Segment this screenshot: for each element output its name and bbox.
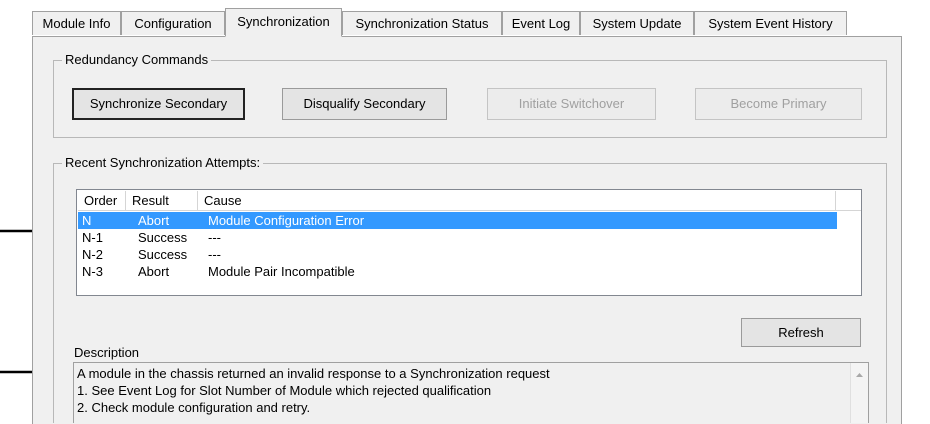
sync-attempts-title: Recent Synchronization Attempts: xyxy=(62,155,264,170)
description-line: 1. See Event Log for Slot Number of Modu… xyxy=(77,383,492,398)
description-scrollbar[interactable] xyxy=(850,363,868,423)
result-cell: Abort xyxy=(138,264,170,279)
order-cell: N xyxy=(82,213,92,228)
cause-cell: --- xyxy=(208,230,221,245)
order-cell: N-2 xyxy=(82,247,103,262)
description-box[interactable]: A module in the chassis returned an inva… xyxy=(73,362,869,423)
tab-event-log[interactable]: Event Log xyxy=(502,11,580,35)
column-header-filler xyxy=(836,191,861,211)
tab-synchronization[interactable]: Synchronization xyxy=(225,8,342,37)
column-header-order[interactable]: Order xyxy=(78,191,126,211)
synchronize-secondary-button[interactable]: Synchronize Secondary xyxy=(72,88,245,120)
table-row[interactable]: N-3 Abort Module Pair Incompatible xyxy=(78,263,837,280)
tab-synchronization-status[interactable]: Synchronization Status xyxy=(342,11,502,35)
result-cell: Success xyxy=(138,230,188,245)
result-cell: Success xyxy=(138,247,188,262)
order-cell: N-1 xyxy=(82,230,103,245)
tab-system-update[interactable]: System Update xyxy=(580,11,694,35)
cause-cell: --- xyxy=(208,247,221,262)
result-cell: Abort xyxy=(138,213,170,228)
column-header-cause[interactable]: Cause xyxy=(198,191,836,211)
cause-cell: Module Pair Incompatible xyxy=(208,264,355,279)
tab-system-event-history[interactable]: System Event History xyxy=(694,11,847,35)
table-row[interactable]: N Abort Module Configuration Error xyxy=(78,212,837,229)
description-label: Description xyxy=(74,345,140,360)
table-row[interactable]: N-2 Success --- xyxy=(78,246,837,263)
become-primary-button[interactable]: Become Primary xyxy=(695,88,862,120)
order-cell: N-3 xyxy=(82,264,103,279)
refresh-button[interactable]: Refresh xyxy=(741,318,861,347)
tab-module-info[interactable]: Module Info xyxy=(32,11,121,35)
sync-attempts-list[interactable]: Order Result Cause N Abort Module Config… xyxy=(76,189,862,296)
initiate-switchover-button[interactable]: Initiate Switchover xyxy=(487,88,656,120)
cause-cell: Module Configuration Error xyxy=(208,213,365,228)
description-line: 2. Check module configuration and retry. xyxy=(77,400,311,415)
redundancy-commands-title: Redundancy Commands xyxy=(62,52,212,67)
tab-configuration[interactable]: Configuration xyxy=(121,11,225,35)
table-row[interactable]: N-1 Success --- xyxy=(78,229,837,246)
column-header-result[interactable]: Result xyxy=(126,191,198,211)
description-line: A module in the chassis returned an inva… xyxy=(77,366,550,381)
disqualify-secondary-button[interactable]: Disqualify Secondary xyxy=(282,88,447,120)
scroll-up-icon[interactable] xyxy=(851,367,868,384)
